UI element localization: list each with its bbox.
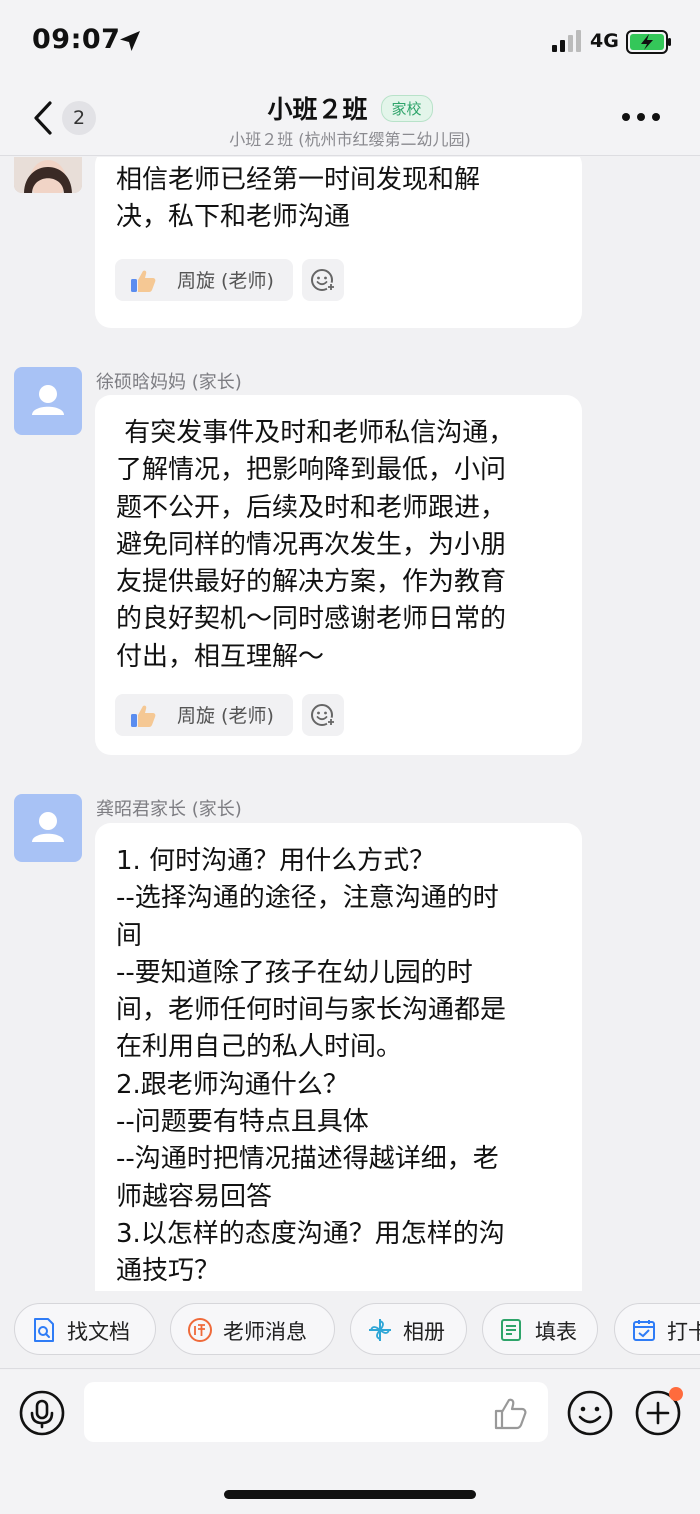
cellular-signal-icon [552, 30, 581, 52]
thumbs-up-icon[interactable] [492, 1396, 528, 1432]
header-title-row: 小班２班 家校 [0, 90, 700, 126]
message-text: 有突发事件及时和老师私信沟通， 了解情况，把影响降到最低，小问 题不公开，后续及… [116, 418, 515, 672]
chip-label: 找文档 [67, 1320, 130, 1344]
chat-header: 2 小班２班 家校 小班２班 (杭州市红缨第二幼儿园) [0, 80, 700, 156]
album-button[interactable]: 相册 [350, 1303, 467, 1355]
album-pinwheel-icon [369, 1319, 391, 1341]
default-user-icon [32, 385, 64, 415]
thumbs-up-emoji-icon [131, 270, 156, 292]
message-list[interactable]: 相信老师已经第一时间发现和解 决，私下和老师沟通 周旋 (老师) 徐硕晗妈妈 (… [0, 157, 700, 1291]
default-user-icon [32, 812, 64, 842]
add-emoji-icon [311, 704, 336, 727]
quick-action-bar[interactable]: 找文档 老师消息 相册 填表 打卡 [0, 1291, 700, 1369]
chip-label: 老师消息 [223, 1320, 307, 1344]
home-indicator [224, 1490, 476, 1499]
emoji-icon[interactable] [566, 1389, 614, 1437]
location-arrow-icon [120, 31, 140, 51]
message-input-bar [0, 1370, 700, 1514]
like-reaction[interactable]: 周旋 (老师) [115, 259, 293, 301]
chip-label: 相册 [403, 1320, 445, 1344]
liked-by-name: 周旋 (老师) [177, 705, 274, 727]
sender-avatar[interactable] [14, 794, 82, 862]
like-reaction[interactable]: 周旋 (老师) [115, 694, 293, 736]
voice-input-icon[interactable] [18, 1389, 66, 1437]
sender-name: 龚昭君家长 (家长) [96, 799, 242, 820]
page-subtitle: 小班２班 (杭州市红缨第二幼儿园) [229, 130, 471, 149]
find-documents-button[interactable]: 找文档 [14, 1303, 156, 1355]
status-bar: 09:07 4G [0, 0, 700, 80]
home-school-tag: 家校 [380, 94, 433, 122]
message-text: 1. 何时沟通？用什么方式？ --选择沟通的途径，注意沟通的时 间 --要知道除… [116, 846, 507, 1287]
message-input[interactable] [84, 1382, 548, 1442]
person-photo-icon [14, 157, 82, 193]
document-search-icon [34, 1318, 54, 1342]
sender-avatar[interactable] [14, 367, 82, 435]
teacher-badge-icon [188, 1318, 212, 1342]
status-time: 09:07 [32, 24, 121, 55]
calendar-check-icon [633, 1320, 655, 1341]
more-options-icon[interactable] [620, 110, 662, 124]
message-text: 相信老师已经第一时间发现和解 决，私下和老师沟通 [116, 165, 481, 233]
teacher-messages-button[interactable]: 老师消息 [170, 1303, 335, 1355]
sender-avatar[interactable] [14, 157, 82, 193]
add-reaction-button[interactable] [302, 694, 344, 736]
liked-by-name: 周旋 (老师) [177, 270, 274, 292]
add-emoji-icon [311, 269, 336, 292]
battery-charging-icon [626, 30, 671, 54]
notification-dot [669, 1387, 683, 1401]
form-icon [501, 1319, 521, 1341]
fill-form-button[interactable]: 填表 [482, 1303, 598, 1355]
chip-label: 打卡 [667, 1320, 700, 1344]
thumbs-up-emoji-icon [131, 705, 156, 727]
message-bubble[interactable]: 有突发事件及时和老师私信沟通， 了解情况，把影响降到最低，小问 题不公开，后续及… [95, 395, 582, 755]
message-bubble[interactable]: 相信老师已经第一时间发现和解 决，私下和老师沟通 周旋 (老师) [95, 157, 582, 328]
add-reaction-button[interactable] [302, 259, 344, 301]
network-type: 4G [590, 30, 619, 52]
sender-name: 徐硕晗妈妈 (家长) [96, 372, 242, 393]
page-title: 小班２班 [267, 95, 368, 124]
check-in-button[interactable]: 打卡 [614, 1303, 700, 1355]
chip-label: 填表 [535, 1320, 577, 1344]
message-bubble[interactable]: 1. 何时沟通？用什么方式？ --选择沟通的途径，注意沟通的时 间 --要知道除… [95, 823, 582, 1291]
